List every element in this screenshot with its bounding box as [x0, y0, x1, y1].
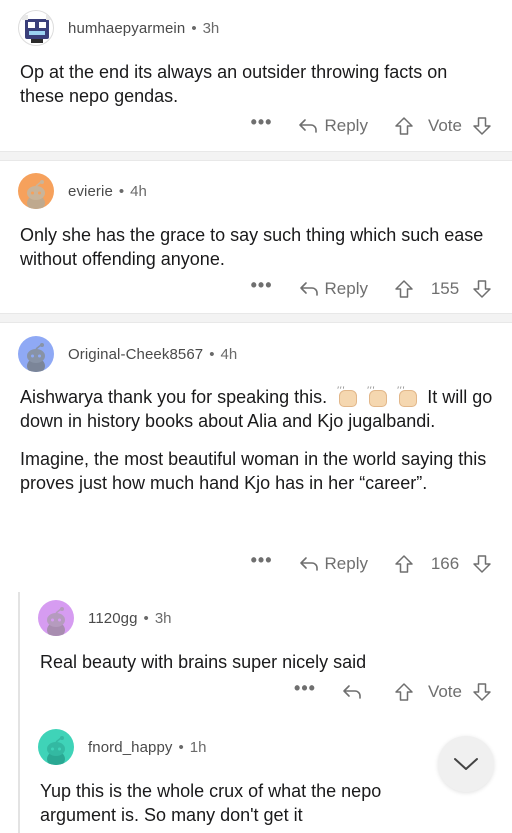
more-options-button[interactable]: •••: [251, 276, 273, 298]
downvote-arrow-icon: [473, 555, 491, 573]
avatar[interactable]: [38, 600, 74, 636]
reply-icon: [299, 119, 318, 133]
timestamp: 3h: [154, 609, 172, 627]
upvote-arrow-icon: [395, 555, 413, 573]
reply-button[interactable]: [342, 684, 368, 700]
reply-icon: [299, 282, 318, 296]
comment-header: evierie • 4h: [18, 173, 147, 209]
comment-divider: [0, 151, 512, 161]
downvote-button[interactable]: [472, 279, 492, 299]
reply-button[interactable]: Reply: [298, 116, 368, 136]
downvote-button[interactable]: [472, 682, 492, 702]
author-name[interactable]: evierie: [68, 183, 113, 200]
downvote-arrow-icon: [473, 683, 491, 701]
clapping-hands-icon: [393, 378, 421, 407]
reply-button[interactable]: Reply: [299, 554, 368, 574]
comment-text: Imagine, the most beautiful woman in the…: [20, 449, 487, 493]
comment-header: humhaepyarmein • 3h: [18, 10, 219, 46]
meta-separator: •: [118, 182, 125, 200]
meta-separator: •: [143, 609, 149, 627]
comment-text: Aishwarya thank you for speaking this. I…: [20, 378, 500, 433]
clapping-hands-icon: [363, 378, 391, 407]
upvote-button[interactable]: [394, 279, 414, 299]
avatar[interactable]: [38, 729, 74, 765]
comment-actions: ••• Reply Vote: [251, 113, 492, 138]
reply-button[interactable]: Reply: [299, 279, 368, 299]
reply-label: Reply: [324, 279, 368, 298]
downvote-button[interactable]: [472, 554, 492, 574]
avatar[interactable]: [18, 10, 54, 46]
timestamp: 1h: [189, 738, 207, 756]
collapse-thread-button[interactable]: [438, 736, 494, 792]
timestamp: 4h: [220, 345, 238, 363]
clapping-hands-icon: [333, 378, 361, 407]
comment-actions: ••• Reply 155: [251, 276, 492, 301]
downvote-arrow-icon: [473, 280, 491, 298]
more-options-button[interactable]: •••: [294, 679, 316, 701]
author-name[interactable]: humhaepyarmein: [68, 20, 185, 37]
avatar[interactable]: [18, 336, 54, 372]
avatar[interactable]: [18, 173, 54, 209]
vote-score: Vote: [427, 116, 462, 135]
author-name[interactable]: Original-Cheek8567: [68, 346, 203, 363]
upvote-arrow-icon: [395, 683, 413, 701]
vote-score: 155: [430, 279, 460, 298]
comment-text: Real beauty with brains super nicely sai…: [40, 652, 367, 672]
upvote-button[interactable]: [394, 554, 414, 574]
thread-line[interactable]: [18, 592, 20, 833]
upvote-button[interactable]: [394, 116, 414, 136]
text-segment: It: [427, 387, 438, 407]
comment-text: Only she has the grace to say such thing…: [20, 225, 484, 269]
reply-label: Reply: [324, 116, 368, 135]
upvote-arrow-icon: [395, 117, 413, 135]
reply-icon: [299, 557, 318, 571]
author-name[interactable]: 1120gg: [88, 610, 138, 627]
comment-actions: ••• Vote: [294, 679, 492, 704]
upvote-button[interactable]: [394, 682, 414, 702]
author-name[interactable]: fnord_happy: [88, 739, 173, 756]
vote-score: Vote: [427, 682, 462, 701]
vote-score: 166: [430, 554, 460, 573]
meta-separator: •: [209, 345, 215, 363]
reply-icon: [343, 685, 361, 699]
timestamp: 3h: [202, 19, 220, 37]
comment-body: Only she has the grace to say such thing…: [20, 223, 500, 271]
comment-header: fnord_happy • 1h: [38, 729, 206, 765]
downvote-arrow-icon: [473, 117, 491, 135]
comment-body: Yup this is the whole crux of what the n…: [40, 779, 460, 827]
comment-body: Op at the end its always an outsider thr…: [20, 60, 490, 108]
comment-body: Real beauty with brains super nicely sai…: [40, 650, 500, 674]
comment-text: Op at the end its always an outsider thr…: [20, 62, 448, 106]
timestamp: 4h: [130, 182, 147, 200]
upvote-arrow-icon: [395, 280, 413, 298]
downvote-button[interactable]: [472, 116, 492, 136]
reply-label: Reply: [324, 554, 368, 573]
more-options-button[interactable]: •••: [251, 551, 273, 573]
comment-header: Original-Cheek8567 • 4h: [18, 336, 237, 372]
comment-body: Aishwarya thank you for speaking this. I…: [20, 378, 500, 495]
meta-separator: •: [178, 738, 184, 756]
comment-text: Yup this is the whole crux of what the n…: [40, 781, 382, 825]
meta-separator: •: [191, 19, 197, 37]
chevron-down-icon: [454, 758, 478, 770]
more-options-button[interactable]: •••: [251, 113, 273, 135]
comment-actions: ••• Reply 166: [251, 551, 492, 576]
text-segment: Aishwarya thank you for speaking this.: [20, 387, 328, 407]
comment-divider: [0, 313, 512, 323]
comment-header: 1120gg • 3h: [38, 600, 172, 636]
